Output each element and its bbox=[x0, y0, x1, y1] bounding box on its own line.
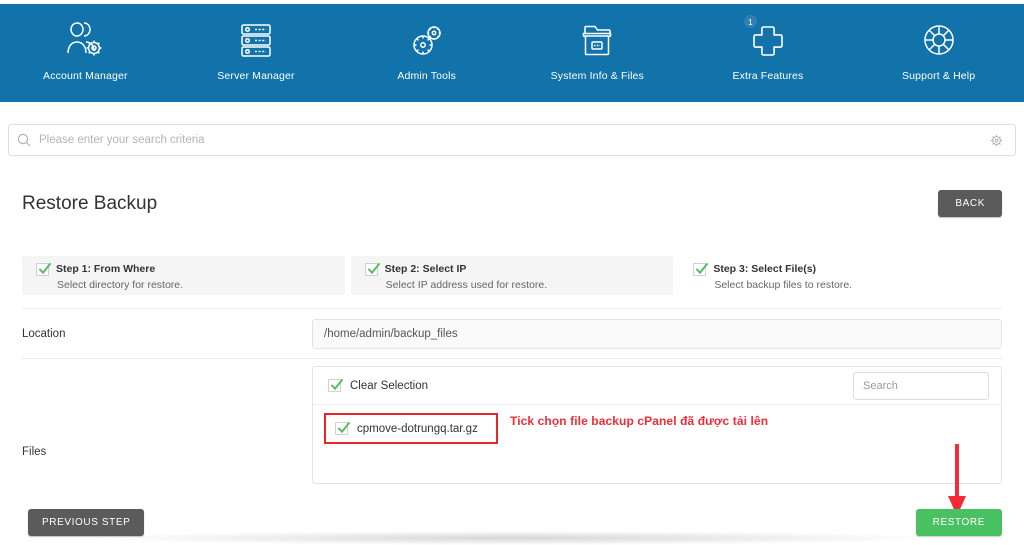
folder-files-icon bbox=[578, 18, 616, 62]
nav-badge-count: 1 bbox=[743, 14, 758, 29]
nav-label: Account Manager bbox=[43, 70, 128, 82]
wizard-step-1[interactable]: Step 1: From Where Select directory for … bbox=[22, 256, 345, 295]
nav-label: Support & Help bbox=[902, 70, 975, 82]
server-rack-icon bbox=[236, 18, 276, 62]
top-navigation-bar: Account Manager Server Manager bbox=[0, 4, 1024, 102]
location-row: Location /home/admin/backup_files bbox=[22, 318, 1002, 350]
gears-icon bbox=[407, 18, 447, 62]
page-title: Restore Backup bbox=[22, 193, 157, 215]
search-input[interactable] bbox=[39, 134, 977, 146]
clear-selection-checkbox[interactable]: Clear Selection bbox=[328, 379, 428, 392]
file-name: cpmove-dotrungq.tar.gz bbox=[357, 423, 478, 435]
global-search-bar bbox=[8, 124, 1016, 156]
step-title: Step 3: Select File(s) bbox=[713, 263, 816, 275]
files-panel-header: Clear Selection bbox=[313, 367, 1001, 405]
check-icon bbox=[328, 379, 341, 392]
wizard-steps: Step 1: From Where Select directory for … bbox=[22, 256, 1002, 295]
plus-icon: 1 bbox=[748, 18, 788, 62]
nav-item-account-manager[interactable]: Account Manager bbox=[10, 18, 160, 82]
nav-label: Server Manager bbox=[217, 70, 294, 82]
wizard-step-3[interactable]: Step 3: Select File(s) Select backup fil… bbox=[679, 256, 1002, 295]
location-label: Location bbox=[22, 328, 312, 340]
files-label: Files bbox=[22, 392, 312, 458]
nav-item-system-info-files[interactable]: System Info & Files bbox=[522, 18, 672, 82]
nav-label: System Info & Files bbox=[551, 70, 644, 82]
step-check-icon bbox=[365, 263, 378, 276]
users-gear-icon bbox=[64, 18, 106, 62]
search-icon bbox=[9, 133, 39, 147]
nav-item-extra-features[interactable]: 1 Extra Features bbox=[693, 18, 843, 82]
step-check-icon bbox=[693, 263, 706, 276]
divider-middle bbox=[22, 358, 1002, 359]
page-header: Restore Backup BACK bbox=[22, 190, 1002, 217]
location-value: /home/admin/backup_files bbox=[312, 319, 1002, 349]
file-list-item[interactable]: cpmove-dotrungq.tar.gz bbox=[324, 413, 498, 444]
app-page: Account Manager Server Manager bbox=[0, 0, 1024, 545]
check-icon bbox=[335, 422, 348, 435]
gear-icon[interactable] bbox=[977, 133, 1015, 148]
lifebuoy-icon bbox=[919, 18, 959, 62]
page-shadow bbox=[100, 531, 930, 545]
back-button[interactable]: BACK bbox=[938, 190, 1002, 217]
wizard-step-2[interactable]: Step 2: Select IP Select IP address used… bbox=[351, 256, 674, 295]
step-subtitle: Select IP address used for restore. bbox=[386, 279, 674, 291]
annotation-text: Tick chọn file backup cPanel đã được tải… bbox=[510, 414, 768, 428]
nav-label: Extra Features bbox=[732, 70, 803, 82]
nav-item-server-manager[interactable]: Server Manager bbox=[181, 18, 331, 82]
files-search-input[interactable] bbox=[853, 372, 989, 400]
step-subtitle: Select directory for restore. bbox=[57, 279, 345, 291]
nav-item-support-help[interactable]: Support & Help bbox=[864, 18, 1014, 82]
step-title: Step 2: Select IP bbox=[385, 263, 467, 275]
nav-label: Admin Tools bbox=[397, 70, 456, 82]
nav-item-admin-tools[interactable]: Admin Tools bbox=[352, 18, 502, 82]
divider-top bbox=[22, 308, 1002, 309]
step-subtitle: Select backup files to restore. bbox=[714, 279, 1002, 291]
clear-selection-label: Clear Selection bbox=[350, 380, 428, 392]
step-title: Step 1: From Where bbox=[56, 263, 155, 275]
step-check-icon bbox=[36, 263, 49, 276]
